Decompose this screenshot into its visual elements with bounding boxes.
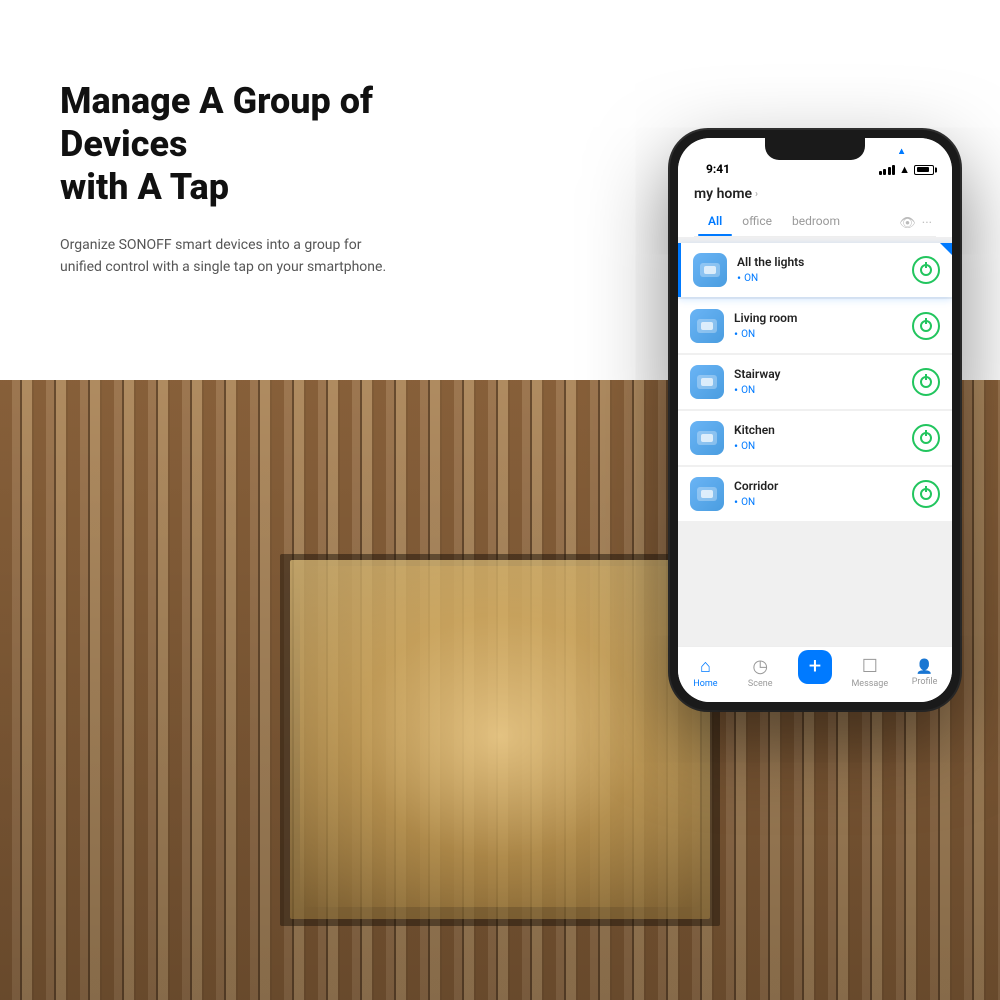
phone-mockup: 9:41 ▲ my home — [670, 130, 960, 710]
eye-icon[interactable]: 👁 — [899, 216, 916, 231]
battery-fill — [917, 167, 929, 172]
power-icon-all-lights — [920, 264, 932, 276]
power-button-corridor[interactable] — [912, 480, 940, 508]
nav-message[interactable]: ☐ Message — [842, 656, 897, 689]
interior-glow — [300, 566, 700, 907]
device-status-stairway: ON — [734, 383, 912, 397]
power-button-stairway[interactable] — [912, 368, 940, 396]
app-tabs: All office bedroom 👁 ··· — [694, 210, 936, 237]
device-item-corridor[interactable]: ▲ Corridor ON — [678, 467, 952, 521]
nav-profile[interactable]: 👤 Profile — [897, 659, 952, 687]
device-name-all-lights: All the lights — [737, 255, 912, 269]
home-icon: ⌂ — [700, 656, 711, 677]
nav-scene-label: Scene — [748, 679, 773, 689]
device-icon-corridor — [690, 477, 724, 511]
tab-all[interactable]: All — [698, 210, 732, 236]
signal-bar-2 — [883, 169, 886, 175]
device-icon-all-lights — [693, 253, 727, 287]
device-info-corridor: Corridor ON — [734, 479, 912, 509]
signal-bar-4 — [892, 165, 895, 175]
device-info-living: Living room ON — [734, 311, 912, 341]
device-icon-inner-stairway — [697, 375, 717, 389]
bottom-nav: ⌂ Home ◷ Scene + ☐ Message 👤 Profile — [678, 646, 952, 702]
main-heading: Manage A Group of Devices with A Tap — [60, 80, 480, 210]
device-status-living: ON — [734, 327, 912, 341]
power-icon-living — [920, 320, 932, 332]
triangle-indicator — [940, 243, 952, 255]
app-header: my home › All office bedroom 👁 ··· — [678, 182, 952, 237]
power-icon-kitchen — [920, 432, 932, 444]
device-item-kitchen[interactable]: ▲ Kitchen ON — [678, 411, 952, 465]
power-button-kitchen[interactable] — [912, 424, 940, 452]
device-icon-inner — [700, 263, 720, 277]
signal-bar-1 — [879, 171, 882, 175]
nav-message-label: Message — [851, 679, 888, 689]
nav-add[interactable]: + — [788, 650, 843, 696]
signal-bar-3 — [888, 167, 891, 175]
nav-profile-label: Profile — [912, 677, 938, 687]
device-status-kitchen: ON — [734, 439, 912, 453]
nav-home-label: Home — [693, 679, 717, 689]
device-icon-inner-living — [697, 319, 717, 333]
device-status-corridor: ON — [734, 495, 912, 509]
tab-office[interactable]: office — [732, 210, 782, 236]
wifi-icon: ▲ — [899, 163, 910, 176]
phone-screen: 9:41 ▲ my home — [678, 138, 952, 702]
device-status-all-lights: ON — [737, 271, 912, 285]
power-icon-stairway — [920, 376, 932, 388]
device-info-stairway: Stairway ON — [734, 367, 912, 397]
tab-bedroom[interactable]: bedroom — [782, 210, 850, 236]
battery-icon — [914, 165, 934, 175]
app-title-row: my home › — [694, 186, 936, 202]
description-text: Organize SONOFF smart devices into a gro… — [60, 234, 400, 279]
device-item-living-room[interactable]: ▲ Living room ON — [678, 299, 952, 353]
device-icon-stairway — [690, 365, 724, 399]
device-icon-living — [690, 309, 724, 343]
page-wrapper: Manage A Group of Devices with A Tap Org… — [0, 0, 1000, 1000]
device-icon-kitchen — [690, 421, 724, 455]
more-icon[interactable]: ··· — [922, 216, 932, 231]
message-icon: ☐ — [862, 656, 878, 677]
text-content: Manage A Group of Devices with A Tap Org… — [60, 60, 480, 278]
device-name-stairway: Stairway — [734, 367, 912, 381]
device-name-living: Living room — [734, 311, 912, 325]
device-name-corridor: Corridor — [734, 479, 912, 493]
chevron-right-icon: › — [755, 189, 758, 200]
device-icon-inner-kitchen — [697, 431, 717, 445]
device-icon-inner-corridor — [697, 487, 717, 501]
app-title[interactable]: my home — [694, 186, 752, 202]
device-info-kitchen: Kitchen ON — [734, 423, 912, 453]
device-item-stairway[interactable]: ▲ Stairway ON — [678, 355, 952, 409]
signal-bars-icon — [879, 165, 896, 175]
status-icons: ▲ — [879, 163, 934, 176]
nav-home[interactable]: ⌂ Home — [678, 656, 733, 689]
device-list: All the lights ON ▲ Living room ON — [678, 237, 952, 646]
device-info-all-lights: All the lights ON — [737, 255, 912, 285]
nav-scene[interactable]: ◷ Scene — [733, 656, 788, 689]
heading-line2: with A Tap — [60, 166, 229, 208]
status-time: 9:41 — [696, 162, 730, 176]
device-item-all-lights[interactable]: All the lights ON — [678, 243, 952, 297]
device-name-kitchen: Kitchen — [734, 423, 912, 437]
power-button-living[interactable] — [912, 312, 940, 340]
add-button[interactable]: + — [798, 650, 832, 684]
power-button-all-lights[interactable] — [912, 256, 940, 284]
phone-notch — [765, 138, 865, 160]
heading-line1: Manage A Group of Devices — [60, 80, 373, 165]
power-icon-corridor — [920, 488, 932, 500]
scene-icon: ◷ — [752, 656, 768, 677]
profile-icon: 👤 — [916, 659, 933, 675]
